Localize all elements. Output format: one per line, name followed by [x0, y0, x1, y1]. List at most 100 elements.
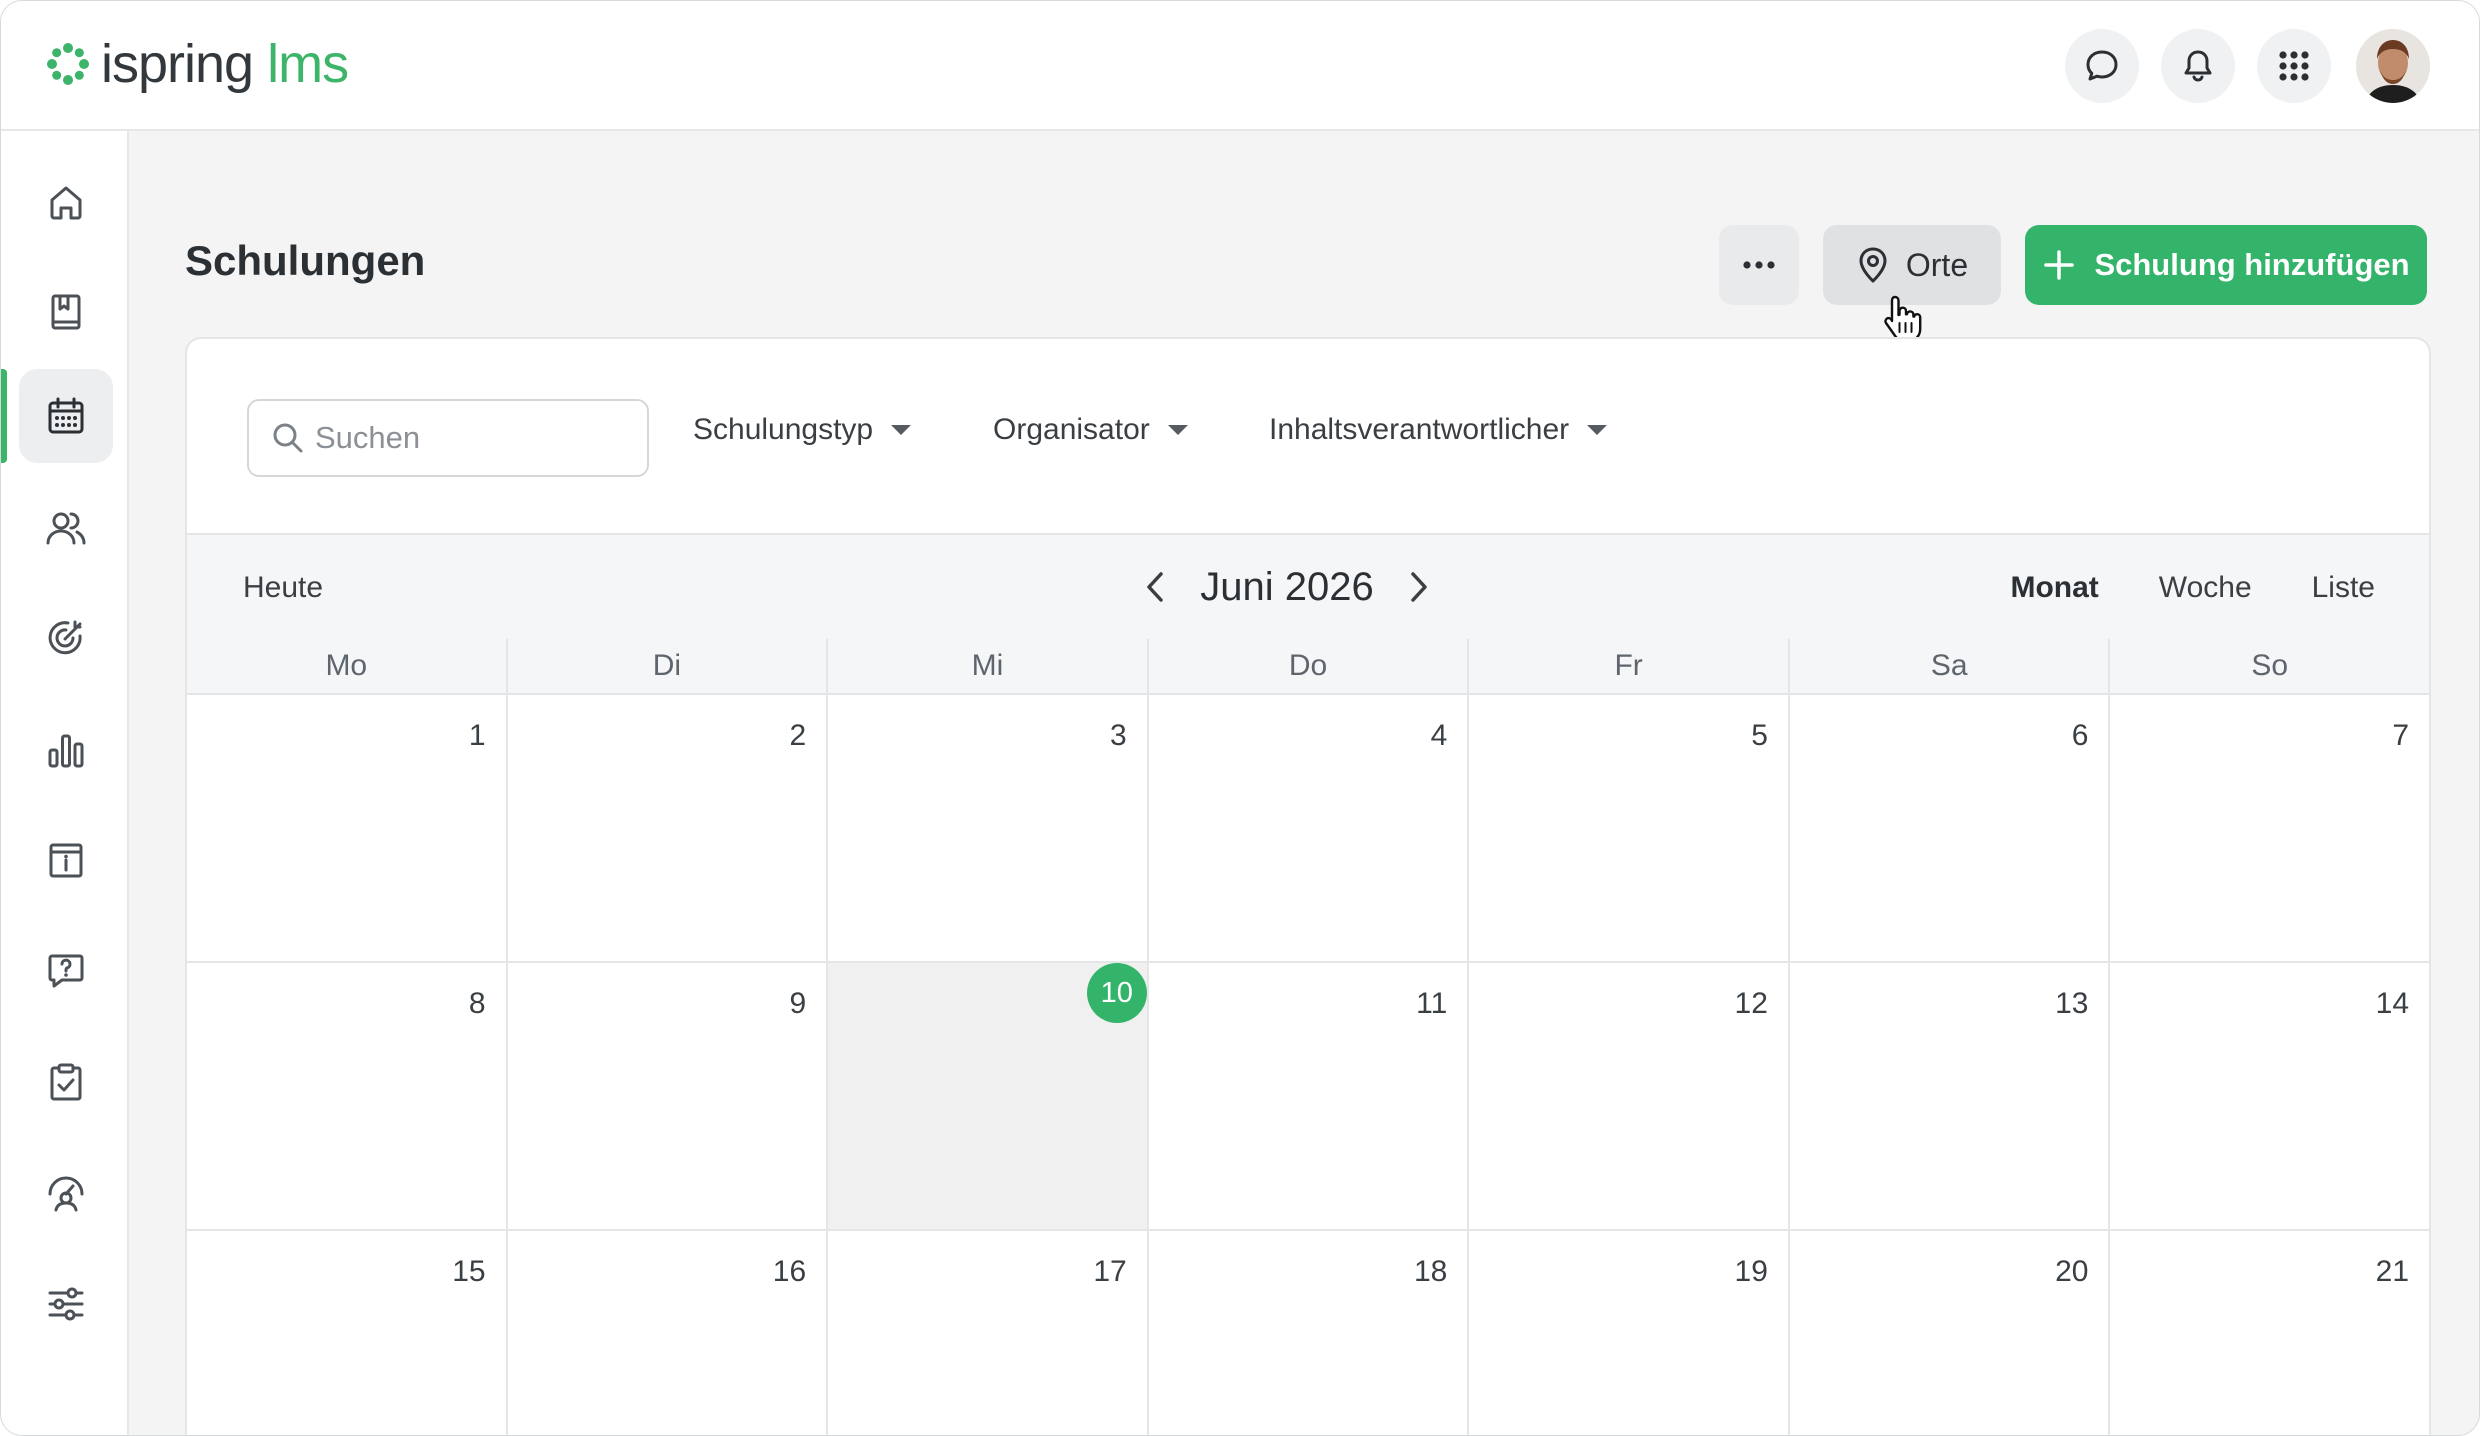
day-number: 6 [2071, 719, 2089, 752]
weekday-label: Di [508, 639, 829, 693]
help-chat-icon [48, 954, 84, 988]
calendar-day[interactable]: 12 [1469, 963, 1790, 1229]
calendar-day[interactable]: 18 [1149, 1231, 1470, 1435]
calendar-day-today[interactable]: 10 [828, 963, 1149, 1229]
chat-button[interactable] [2065, 29, 2139, 103]
day-number: 8 [468, 987, 486, 1020]
calendar-icon [48, 397, 84, 434]
location-pin-icon [1859, 247, 1887, 283]
sidebar-item-calendar[interactable] [19, 369, 113, 463]
day-number: 15 [452, 1255, 486, 1288]
filter-training-type[interactable]: Schulungstyp [693, 413, 912, 447]
search-input[interactable] [313, 419, 617, 457]
chevron-down-icon [1167, 425, 1188, 435]
sidebar-item-settings[interactable] [19, 1257, 113, 1351]
next-month-button[interactable] [1404, 569, 1432, 605]
more-options-button[interactable] [1719, 225, 1799, 305]
calendar-day[interactable]: 21 [2110, 1231, 2429, 1435]
current-month-label: Juni 2026 [1200, 564, 1374, 609]
calendar-day[interactable]: 5 [1469, 695, 1790, 961]
logo-brand: ispring [101, 34, 254, 94]
bell-icon [2184, 50, 2212, 82]
logo-product: lms [267, 34, 349, 94]
month-grid: 1 2 3 4 5 6 7 8 9 10 11 12 13 14 15 16 1… [187, 695, 2429, 1435]
sidebar-item-home[interactable] [19, 155, 113, 249]
target-icon [48, 620, 82, 655]
plus-icon [2044, 250, 2075, 280]
sidebar-item-goals[interactable] [19, 591, 113, 685]
more-dots-icon [1743, 261, 1775, 269]
day-number: 9 [789, 987, 807, 1020]
calendar-day[interactable]: 4 [1149, 695, 1470, 961]
page-title: Schulungen [185, 237, 426, 284]
calendar-day[interactable]: 1 [187, 695, 508, 961]
calendar-day[interactable]: 9 [508, 963, 829, 1229]
calendar-day[interactable]: 8 [187, 963, 508, 1229]
filter-content-owner-label: Inhaltsverantwortlicher [1269, 413, 1570, 446]
calendar-day[interactable]: 6 [1790, 695, 2111, 961]
book-icon [51, 294, 81, 330]
calendar-day[interactable]: 3 [828, 695, 1149, 961]
day-number: 20 [2055, 1255, 2089, 1288]
weekday-label: Mi [828, 639, 1149, 693]
users-icon [46, 512, 86, 545]
weekday-label: Mo [187, 639, 508, 693]
view-week-tab[interactable]: Woche [2159, 571, 2252, 605]
prev-month-button[interactable] [1142, 569, 1170, 605]
view-switcher: Monat Woche Liste [2010, 571, 2375, 605]
calendar-day[interactable]: 13 [1790, 963, 2111, 1229]
day-number: 7 [2392, 719, 2410, 752]
day-number: 5 [1751, 719, 1768, 752]
search-box[interactable] [247, 399, 649, 477]
calendar-day[interactable]: 19 [1469, 1231, 1790, 1435]
add-training-button-label: Schulung hinzufügen [2094, 247, 2410, 282]
filter-training-type-label: Schulungstyp [693, 413, 874, 446]
chat-icon [2086, 50, 2118, 81]
logo[interactable]: ispring lms [45, 31, 349, 97]
day-number: 2 [789, 719, 807, 752]
sidebar-item-info[interactable] [19, 813, 113, 907]
chevron-left-icon [1147, 572, 1163, 602]
clipboard-check-icon [50, 1063, 82, 1101]
day-number: 19 [1734, 1255, 1768, 1288]
calendar-day[interactable]: 14 [2110, 963, 2429, 1229]
filter-content-owner[interactable]: Inhaltsverantwortlicher [1269, 413, 1608, 447]
calendar-day[interactable]: 15 [187, 1231, 508, 1435]
notifications-button[interactable] [2161, 29, 2235, 103]
bar-chart-icon [48, 734, 84, 768]
calendar-toolbar: Heute Juni 2026 Monat Woche Liste [187, 533, 2429, 641]
calendar-day[interactable]: 7 [2110, 695, 2429, 961]
search-icon [271, 421, 305, 455]
day-number: 1 [468, 719, 486, 752]
day-number: 21 [2375, 1255, 2410, 1288]
apps-button[interactable] [2257, 29, 2331, 103]
avatar-image [2356, 29, 2430, 103]
filter-organizer[interactable]: Organisator [993, 413, 1188, 447]
user-avatar[interactable] [2356, 29, 2430, 103]
sidebar-item-users[interactable] [19, 481, 113, 575]
view-list-tab[interactable]: Liste [2312, 571, 2375, 605]
day-number: 4 [1430, 719, 1448, 752]
sidebar-active-indicator [1, 369, 7, 463]
calendar-day[interactable]: 20 [1790, 1231, 2111, 1435]
add-training-button[interactable]: Schulung hinzufügen [2025, 225, 2427, 305]
sidebar-item-help[interactable] [19, 923, 113, 1017]
calendar-card: Schulungstyp Organisator Inhaltsverantwo… [185, 337, 2431, 1435]
sidebar-item-reports[interactable] [19, 703, 113, 797]
day-number: 3 [1110, 719, 1127, 752]
chevron-down-icon [891, 425, 912, 435]
weekday-label: Do [1149, 639, 1470, 693]
sidebar-item-tasks[interactable] [19, 1035, 113, 1129]
view-month-tab[interactable]: Monat [2010, 571, 2098, 605]
day-number: 11 [1416, 987, 1448, 1020]
today-button[interactable]: Heute [243, 571, 323, 605]
calendar-day[interactable]: 2 [508, 695, 829, 961]
calendar-week: 1 2 3 4 5 6 7 [187, 695, 2429, 963]
calendar-day[interactable]: 17 [828, 1231, 1149, 1435]
weekday-label: Fr [1469, 639, 1790, 693]
sidebar-item-performance[interactable] [19, 1145, 113, 1239]
sidebar-item-learning[interactable] [19, 265, 113, 359]
calendar-day[interactable]: 11 [1149, 963, 1470, 1229]
calendar-day[interactable]: 16 [508, 1231, 829, 1435]
apps-grid-icon [2279, 51, 2309, 81]
